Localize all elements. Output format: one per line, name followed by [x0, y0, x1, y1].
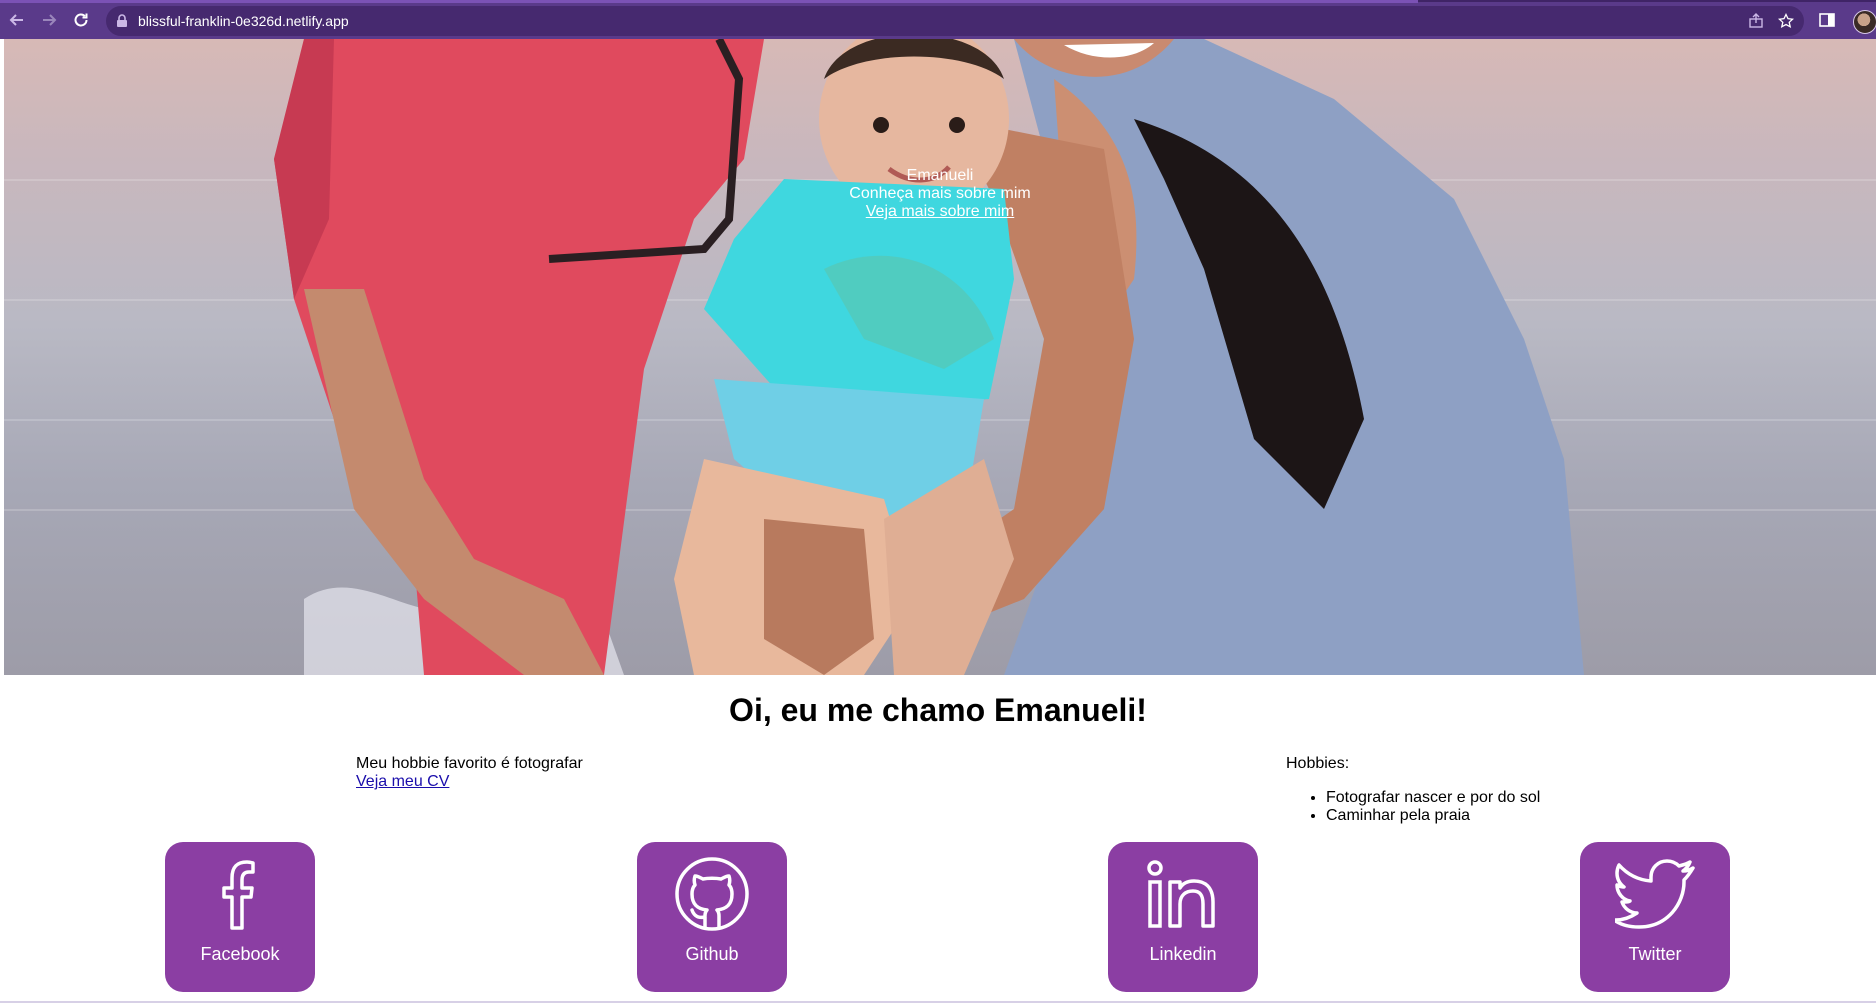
github-icon	[675, 857, 749, 931]
share-icon[interactable]	[1748, 13, 1764, 29]
browser-toolbar: blissful-franklin-0e326d.netlify.app	[0, 0, 1876, 39]
tab-strip-accent	[0, 0, 1418, 3]
side-panel-icon[interactable]	[1819, 12, 1835, 28]
arrow-left-icon	[9, 14, 23, 26]
list-item: Fotografar nascer e por do sol	[1326, 789, 1540, 807]
back-button[interactable]	[6, 9, 28, 31]
linkedin-icon	[1147, 860, 1215, 928]
facebook-button[interactable]: Facebook	[165, 842, 315, 992]
hobbies-label: Hobbies:	[1286, 755, 1350, 772]
url-text[interactable]: blissful-franklin-0e326d.netlify.app	[138, 13, 349, 29]
about-me-link[interactable]: Veja mais sobre mim	[866, 203, 1015, 220]
about-section: Meu hobbie favorito é fotografar Veja me…	[356, 755, 583, 791]
github-button[interactable]: Github	[637, 842, 787, 992]
bookmark-star-icon[interactable]	[1778, 13, 1794, 29]
reload-button[interactable]	[70, 9, 92, 31]
arrow-right-icon	[43, 14, 57, 26]
github-label: Github	[685, 944, 739, 964]
twitter-label: Twitter	[1628, 944, 1682, 964]
reload-icon	[74, 13, 88, 27]
hero-tagline: Conheça mais sobre mim	[849, 185, 1031, 202]
linkedin-button[interactable]: Linkedin	[1108, 842, 1258, 992]
facebook-icon	[222, 860, 255, 930]
hobbies-list: Fotografar nascer e por do sol Caminhar …	[1286, 789, 1540, 825]
profile-avatar[interactable]	[1853, 10, 1876, 34]
favorite-hobby-text: Meu hobbie favorito é fotografar	[356, 755, 583, 772]
facebook-label: Facebook	[200, 944, 280, 964]
twitter-button[interactable]: Twitter	[1580, 842, 1730, 992]
twitter-icon	[1615, 859, 1695, 929]
address-bar[interactable]: blissful-franklin-0e326d.netlify.app	[106, 6, 1804, 36]
linkedin-label: Linkedin	[1149, 944, 1217, 964]
cv-link[interactable]: Veja meu CV	[356, 773, 449, 790]
hero-banner: Emanueli Conheça mais sobre mim Veja mai…	[4, 39, 1876, 675]
forward-button[interactable]	[38, 9, 60, 31]
list-item: Caminhar pela praia	[1326, 807, 1540, 825]
hero-name: Emanueli	[906, 167, 974, 184]
hobbies-section: Hobbies: Fotografar nascer e por do sol …	[1286, 755, 1540, 825]
family-photo	[274, 39, 1584, 675]
lock-icon	[117, 14, 127, 27]
page-title: Oi, eu me chamo Emanueli!	[729, 692, 1147, 728]
hero-caption: Emanueli Conheça mais sobre mim Veja mai…	[4, 167, 1876, 221]
